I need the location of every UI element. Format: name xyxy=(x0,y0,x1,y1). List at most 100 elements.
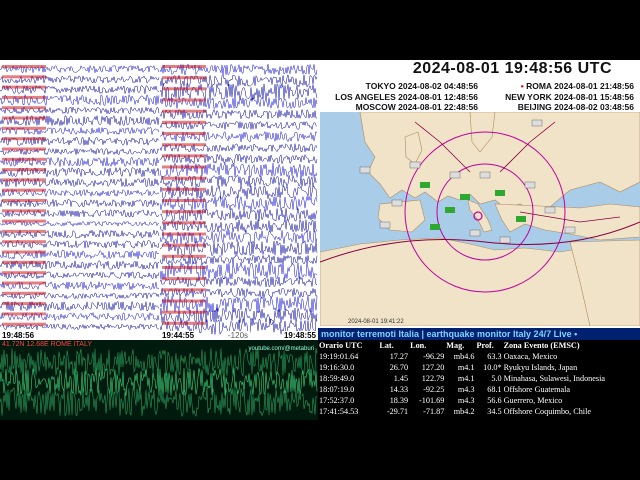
seismogram-trace xyxy=(160,162,318,179)
trace-station-tag xyxy=(2,75,46,79)
trace-station-tag xyxy=(2,188,46,192)
trace-station-tag xyxy=(162,87,206,91)
table-cell: m4.3 xyxy=(457,396,475,405)
table-cell: 68.1 xyxy=(487,385,502,394)
world-clock: 2024-08-01 19:48:56 UTC TOKYO 2024-08-02… xyxy=(318,60,640,112)
column-header: Lon. xyxy=(410,341,427,350)
trace-station-tag xyxy=(162,254,206,258)
helicorder-panel: 41.72N 12.68E ROME ITALY youtube.com/@me… xyxy=(0,340,318,420)
clock-city: BEIJING xyxy=(517,102,552,112)
table-row[interactable]: 19:16:30.0 26.70 127.20 m4.1 10.0* Ryukyu Isl… xyxy=(318,362,640,373)
table-cell: Ryukyu Islands, Japan xyxy=(503,363,578,372)
trace-station-tag xyxy=(162,165,206,169)
trace-station-tag xyxy=(162,210,206,214)
table-cell: 17:41:54.53 xyxy=(319,407,359,416)
trace-station-tag xyxy=(162,187,206,191)
table-cell: 127.20 xyxy=(421,363,445,372)
bottom-letterbox xyxy=(0,420,640,480)
trace-station-tag xyxy=(162,154,206,158)
table-cell: -29.71 xyxy=(386,407,409,416)
table-cell: m4.3 xyxy=(457,385,475,394)
table-cell: 17:52:37.0 xyxy=(319,396,355,405)
table-row[interactable]: 18:07:19.0 14.33 -92.25 m4.3 68.1 Offshore Gu… xyxy=(318,384,640,395)
column-header: Mag. xyxy=(446,341,465,350)
trace-station-tag xyxy=(162,109,206,113)
helicorder-trace xyxy=(0,348,318,417)
trace-station-tag xyxy=(2,209,46,213)
table-cell: 14.33 xyxy=(389,385,409,394)
table-cell: Offshore Guatemala xyxy=(503,385,571,394)
trace-station-tag xyxy=(2,312,46,316)
clock-moscow: MOSCOW 2024-08-01 22:48:56 xyxy=(356,102,478,112)
table-cell: 18:59:49.0 xyxy=(319,374,355,383)
trace-station-tag xyxy=(162,199,206,202)
seismogram-trace xyxy=(160,184,318,200)
seismogram-trace xyxy=(160,295,318,313)
helicorder-credit: youtube.com/@metaburi xyxy=(248,346,314,352)
table-cell: 18:07:19.0 xyxy=(319,385,355,394)
trace-station-tag xyxy=(2,147,46,151)
table-row[interactable]: 17:52:37.0 18.39 -101.69 m4.3 56.6 Guerrero, … xyxy=(318,395,640,406)
table-row[interactable]: 17:41:54.53 -29.71 -71.87 mb4.2 34.5 Offshore… xyxy=(318,406,640,417)
trace-station-tag xyxy=(162,288,206,292)
table-cell: 19:19:01.64 xyxy=(319,352,359,361)
clock-city: ROMA xyxy=(526,81,552,91)
clock-tokyo: TOKYO 2024-08-02 04:48:56 xyxy=(366,81,478,91)
table-cell: 56.6 xyxy=(487,396,502,405)
table-row[interactable]: 18:59:49.0 1.45 122.79 m4.1 5.0 Minahasa, Sul… xyxy=(318,373,640,384)
ticker-banner: monitor terremoti Italia | earthquake mo… xyxy=(318,328,640,340)
table-cell: -71.87 xyxy=(423,407,445,416)
seismic-map[interactable]: 2024-08-01 19:41:22 xyxy=(320,112,640,326)
trace-station-tag xyxy=(2,240,46,244)
clock-time: 2024-08-01 21:48:56 xyxy=(554,81,634,91)
table-cell: m4.1 xyxy=(457,374,475,383)
clock-los-angeles: LOS ANGELES 2024-08-01 12:48:56 xyxy=(335,92,478,102)
clock-time: 2024-08-01 12:48:56 xyxy=(398,92,478,102)
clock-time: 2024-08-02 03:48:56 xyxy=(554,102,634,112)
map-canvas xyxy=(320,112,640,326)
earthquake-table: Orario UTC Lat. Lon. Mag. Prof. Zona Eve… xyxy=(318,340,640,420)
trace-station-tag xyxy=(162,221,206,225)
trace-station-tag xyxy=(2,281,46,285)
trace-station-tag xyxy=(162,76,206,80)
trace-station-tag xyxy=(2,199,46,202)
clock-city: MOSCOW xyxy=(355,102,396,112)
seismogram-trace xyxy=(160,239,318,257)
clock-roma: • ROMA 2024-08-01 21:48:56 xyxy=(521,81,634,91)
helicorder-line xyxy=(0,387,318,417)
trace-station-tag xyxy=(2,178,46,182)
table-cell: mb4.6 xyxy=(453,352,475,361)
trace-station-tag xyxy=(2,116,46,120)
clock-beijing: BEIJING 2024-08-02 03:48:56 xyxy=(518,102,634,112)
trace-station-tag xyxy=(162,266,206,269)
trace-station-tag xyxy=(2,302,46,306)
table-cell: -92.25 xyxy=(423,385,445,394)
trace-station-tag xyxy=(2,85,46,89)
column-header: Orario UTC xyxy=(319,341,363,350)
right-panel: 2024-08-01 19:48:56 UTC TOKYO 2024-08-02… xyxy=(318,60,640,420)
trace-station-tag xyxy=(162,321,206,325)
seismogram-time-start: 19:44:55 xyxy=(160,331,197,340)
trace-station-tag xyxy=(162,277,206,281)
clock-time: 2024-08-02 04:48:56 xyxy=(398,81,478,91)
trace-station-tag xyxy=(2,95,46,99)
seismogram-panel-left: 19:48:56 xyxy=(0,60,160,340)
table-cell: 10.0* xyxy=(483,363,502,372)
table-cell: 63.3 xyxy=(487,352,502,361)
trace-station-tag xyxy=(2,65,46,68)
table-cell: -96.29 xyxy=(423,352,445,361)
seismogram-time-left: 19:48:56 xyxy=(0,331,37,340)
helicorder-line xyxy=(0,348,318,378)
clock-time: 2024-08-01 15:48:56 xyxy=(554,92,634,102)
trace-station-tag xyxy=(162,310,206,314)
trace-station-tag xyxy=(2,322,46,326)
seismogram-traces-left xyxy=(0,64,160,331)
seismogram-trace xyxy=(160,195,318,211)
trace-station-tag xyxy=(2,219,46,223)
table-cell: 17.27 xyxy=(389,352,409,361)
table-row[interactable]: 19:19:01.64 17.27 -96.29 mb4.6 63.3 Oaxaca, M… xyxy=(318,351,640,362)
seismogram-trace xyxy=(160,307,318,324)
seismogram-trace xyxy=(160,261,318,280)
column-header: Prof. xyxy=(476,341,494,350)
seismogram-panel-middle: 19:44:55 -120s 19:48:55 xyxy=(160,60,318,340)
